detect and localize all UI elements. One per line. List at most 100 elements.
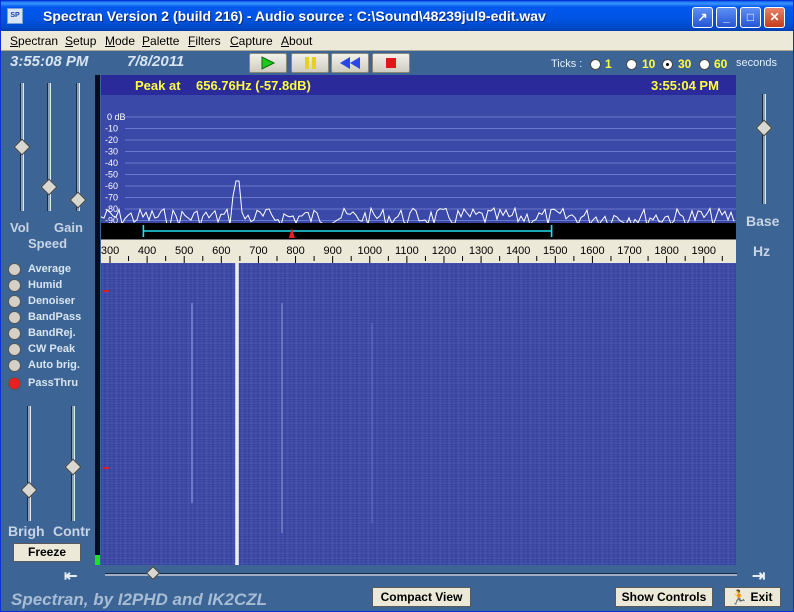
menu-capture[interactable]: Capture (230, 34, 273, 48)
db-tick-label: -80 (105, 204, 118, 214)
spectran-app-icon[interactable]: SP (7, 8, 23, 24)
gain-slider-thumb[interactable] (40, 178, 58, 196)
option-bandpass-indicator (8, 311, 21, 324)
stop-icon (386, 58, 396, 68)
option-bandrej-indicator (8, 327, 21, 340)
speed-slider-thumb[interactable] (69, 191, 87, 209)
option-passthru-indicator (8, 377, 21, 390)
waterfall-signal-trace (235, 263, 239, 565)
frequency-tick-label: 1400 (506, 245, 530, 257)
base-label: Base (746, 213, 780, 229)
ticks-label: Ticks : (551, 58, 583, 70)
frequency-tick-label: 400 (138, 245, 156, 257)
current-date: 7/8/2011 (127, 53, 185, 70)
option-bandrej-label: BandRej. (28, 327, 76, 339)
scroll-slider-thumb[interactable] (145, 565, 161, 581)
rewind-button[interactable] (331, 53, 369, 73)
scroll-left-arrow-icon[interactable]: ⇤ (64, 566, 77, 586)
brigh-slider-track[interactable] (27, 406, 31, 521)
compact-view-button[interactable]: Compact View (372, 587, 471, 607)
frequency-tick-label: 600 (212, 245, 230, 257)
frequency-tick-label: 1500 (543, 245, 567, 257)
ticks-radio-1[interactable] (590, 59, 601, 70)
menu-mode[interactable]: Mode (105, 34, 135, 48)
running-man-icon: 🏃 (730, 589, 748, 605)
title-bar[interactable]: SP Spectran Version 2 (build 216) - Audi… (1, 1, 793, 31)
option-denoiser-label: Denoiser (28, 295, 76, 307)
gain-label: Gain (54, 220, 83, 235)
db-tick-label: -70 (105, 193, 118, 203)
peak-label: Peak at (135, 78, 181, 93)
ticks-radio-10[interactable] (626, 59, 637, 70)
stop-button[interactable] (372, 53, 410, 73)
maximize-icon[interactable]: □ (740, 7, 761, 28)
frequency-tick-label: 1900 (691, 245, 715, 257)
base-slider-thumb[interactable] (755, 119, 773, 137)
ticks-unit: seconds (736, 57, 777, 69)
vol-label: Vol (10, 220, 30, 235)
ticks-radio-60[interactable] (699, 59, 710, 70)
spectrum-plot: 0 dB-10-20-30-40-50-60-70-80-90 (101, 112, 736, 239)
contr-slider-thumb[interactable] (64, 458, 82, 476)
play-icon (261, 56, 276, 70)
scroll-right-arrow-icon[interactable]: ⇥ (752, 566, 765, 586)
credit-text: Spectran, by I2PHD and IK2CZL (11, 590, 267, 609)
db-tick-label: -10 (105, 124, 118, 134)
ticks-radio-30[interactable] (662, 59, 673, 70)
frequency-tick-label: 1800 (654, 245, 678, 257)
option-average-indicator (8, 263, 21, 276)
base-slider-track[interactable] (762, 94, 766, 204)
frequency-tick-label: 800 (286, 245, 304, 257)
time-marker (103, 467, 109, 469)
spectrum-trace (101, 180, 735, 228)
waterfall-display[interactable] (101, 263, 736, 565)
frequency-tick-label: 1600 (580, 245, 604, 257)
menu-filters[interactable]: Filters (188, 34, 221, 48)
pause-button[interactable] (291, 53, 329, 73)
scroll-slider-track[interactable] (105, 573, 737, 576)
pause-icon (305, 57, 316, 69)
close-icon[interactable]: ✕ (764, 7, 785, 28)
waterfall-faint-trace (281, 303, 283, 533)
show-controls-button[interactable]: Show Controls (615, 587, 713, 607)
freeze-button[interactable]: Freeze (13, 543, 81, 562)
speed-label: Speed (28, 236, 68, 251)
option-humid-indicator (8, 279, 21, 292)
db-tick-label: -50 (105, 170, 118, 180)
frequency-ticks: 300 400 500 600 700 800 900 1000 1100 1200 1300 140… (101, 245, 723, 264)
minimize-icon[interactable]: _ (716, 7, 737, 28)
option-cw-peak-label: CW Peak (28, 343, 76, 355)
db-tick-label: -20 (105, 135, 118, 145)
menu-palette[interactable]: Palette (142, 34, 179, 48)
restore-icon[interactable]: ↗ (692, 7, 713, 28)
waterfall-faint-trace (191, 303, 193, 503)
frequency-tick-label: 300 (101, 245, 119, 257)
option-average-label: Average (28, 263, 72, 275)
menu-about[interactable]: About (281, 34, 312, 48)
option-cw-peak-indicator (8, 343, 21, 356)
spectrum-display[interactable]: Peak at 656.76Hz (-57.8dB) 3:55:04 PM 0 … (101, 75, 736, 239)
frequency-scale[interactable]: 300 400 500 600 700 800 900 1000 1100 1200 1300 140… (101, 239, 736, 264)
brigh-label: Brigh (8, 523, 45, 539)
vu-strip (95, 75, 100, 565)
db-tick-label: -30 (105, 147, 118, 157)
hz-label: Hz (753, 243, 771, 259)
frequency-tick-label: 1000 (358, 245, 382, 257)
rewind-icon (340, 57, 360, 69)
frequency-tick-label: 500 (175, 245, 193, 257)
frequency-tick-label: 1700 (617, 245, 641, 257)
option-auto-brig-label: Auto brig. (28, 359, 80, 371)
frequency-tick-label: 700 (249, 245, 267, 257)
option-passthru-label: PassThru (28, 377, 79, 389)
brigh-slider-thumb[interactable] (20, 481, 38, 499)
waterfall-faint-trace (371, 323, 373, 523)
vol-slider-thumb[interactable] (13, 138, 31, 156)
contr-label: Contr (53, 523, 91, 539)
menu-spectran[interactable]: Spectran (10, 34, 58, 48)
db-tick-label: -60 (105, 181, 118, 191)
exit-label: Exit (750, 590, 773, 604)
play-button[interactable] (249, 53, 287, 73)
exit-button[interactable]: 🏃 Exit (724, 587, 781, 607)
frequency-tick-label: 900 (323, 245, 341, 257)
menu-setup[interactable]: Setup (65, 34, 96, 48)
